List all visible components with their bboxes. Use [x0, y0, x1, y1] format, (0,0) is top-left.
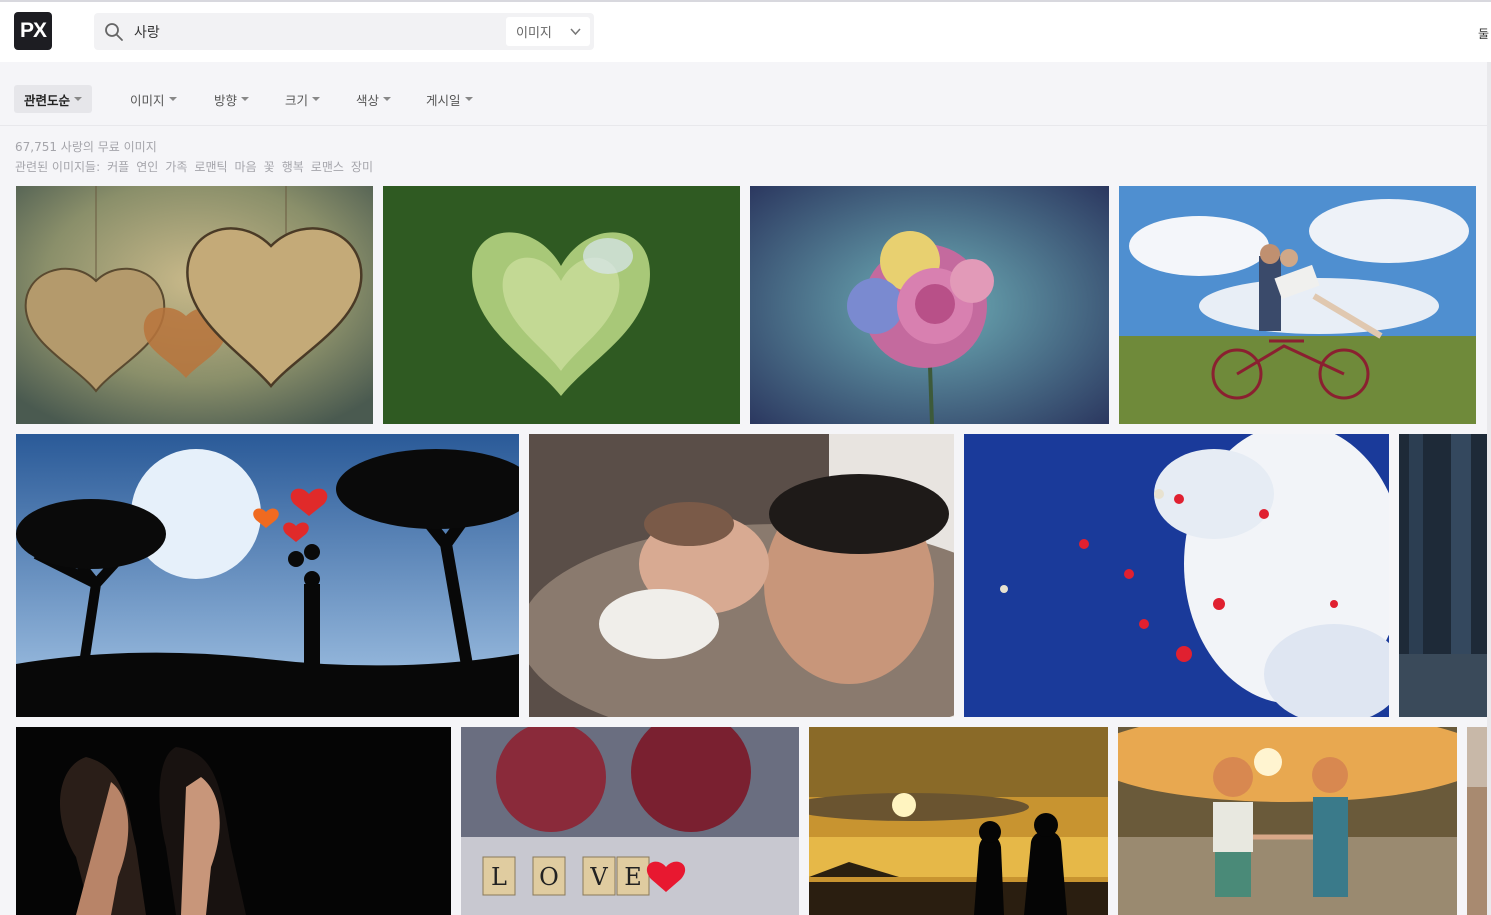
related-tag[interactable]: 행복: [282, 158, 304, 175]
related-tag[interactable]: 장미: [351, 158, 373, 175]
caret-down-icon: [312, 97, 321, 101]
related-tag[interactable]: 로맨틱: [194, 158, 227, 175]
filter-sort[interactable]: 관련도순: [14, 85, 93, 113]
filter-label: 게시일: [426, 92, 461, 108]
photo-moon-silhouette[interactable]: [16, 434, 519, 717]
photo-couple-bicycle[interactable]: [1119, 186, 1476, 424]
photo-image: [16, 727, 451, 915]
love-tile-letter: L: [491, 863, 507, 891]
photo-image: [383, 186, 740, 424]
photo-image: [809, 727, 1108, 915]
header-menu-text[interactable]: 둘: [1478, 25, 1489, 42]
photo-wooden-hearts[interactable]: [16, 186, 373, 424]
site-header: PX 이미지 둘: [0, 2, 1491, 62]
image-type-select-label: 이미지: [516, 26, 552, 41]
related-tag[interactable]: 가족: [165, 158, 187, 175]
photo-father-baby[interactable]: [529, 434, 954, 717]
filter-size[interactable]: 크기: [277, 85, 328, 113]
love-tile-letter: E: [624, 863, 642, 891]
filter-color[interactable]: 색상: [348, 85, 399, 113]
app: PX 이미지 둘 관련도순 이미지 방향 크기 색상 게시일 67,751 사랑…: [0, 0, 1491, 915]
logo[interactable]: PX: [14, 12, 52, 50]
photo-image: [1119, 186, 1476, 424]
filter-label: 방향: [214, 92, 238, 108]
related-tag[interactable]: 꽃: [264, 158, 275, 175]
photo-image: [1399, 434, 1491, 717]
related-label: 관련된 이미지들:: [15, 160, 101, 174]
filter-label: 관련도순: [24, 92, 71, 108]
filter-image-type[interactable]: 이미지: [122, 85, 185, 113]
filter-date[interactable]: 게시일: [418, 85, 481, 113]
scrollbar[interactable]: [1487, 62, 1491, 915]
love-tile-letter: O: [539, 863, 559, 891]
photo-image: L O V E: [461, 727, 799, 915]
caret-down-icon: [241, 97, 250, 101]
related-tag[interactable]: 연인: [136, 158, 158, 175]
related-tags: 관련된 이미지들: 커플 연인 가족 로맨틱 마음 꽃 행복 로맨스 장미: [15, 158, 373, 175]
photo-image: [529, 434, 954, 717]
photo-couple-dark[interactable]: [16, 727, 451, 915]
filter-label: 색상: [356, 92, 380, 108]
photo-heart-hedge[interactable]: [383, 186, 740, 424]
search-bar: 이미지: [94, 13, 594, 50]
photo-children-hands[interactable]: [1118, 727, 1457, 915]
result-count: 67,751 사랑의 무료 이미지: [15, 140, 157, 154]
filter-label: 크기: [285, 92, 309, 108]
caret-down-icon: [168, 97, 177, 101]
related-tag[interactable]: 마음: [235, 158, 257, 175]
caret-down-icon: [383, 97, 392, 101]
related-tag[interactable]: 커플: [107, 158, 129, 175]
photo-image: [1118, 727, 1457, 915]
related-tag[interactable]: 로맨스: [311, 158, 344, 175]
photo-image: [16, 186, 373, 424]
photo-rainbow-rose[interactable]: [750, 186, 1109, 424]
caret-down-icon: [464, 97, 473, 101]
photo-heart-balloons[interactable]: [964, 434, 1389, 717]
photo-sunset-couple[interactable]: [809, 727, 1108, 915]
filter-label: 이미지: [130, 92, 165, 108]
photo-image: [750, 186, 1109, 424]
love-tile-letter: V: [589, 863, 608, 891]
caret-down-icon: [74, 97, 83, 101]
search-input[interactable]: [134, 17, 494, 46]
photo-image: [964, 434, 1389, 717]
filter-bar: 관련도순 이미지 방향 크기 색상 게시일: [0, 62, 1491, 126]
photo-love-tiles[interactable]: L O V E: [461, 727, 799, 915]
search-icon[interactable]: [104, 22, 124, 42]
filter-orientation[interactable]: 방향: [206, 85, 257, 113]
chevron-down-icon: [570, 28, 581, 36]
photo-dark-forest[interactable]: [1399, 434, 1491, 717]
image-type-select[interactable]: 이미지: [506, 17, 590, 46]
photo-image: [16, 434, 519, 717]
